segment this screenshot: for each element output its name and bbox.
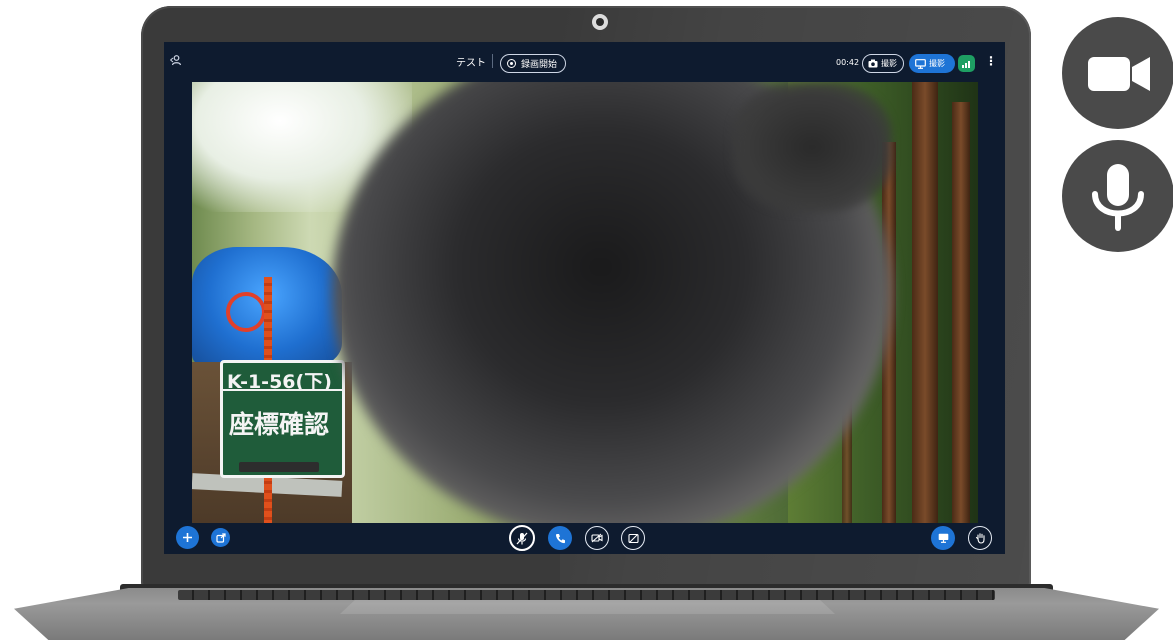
sign-footer [239, 462, 319, 472]
hose-coil [226, 292, 266, 332]
display-icon [938, 533, 948, 543]
participants-icon[interactable] [170, 54, 182, 69]
app-screen: テスト 録画開始 00:42 撮影 撮影 ⋮ K-1-56(下) 座標確認 [164, 42, 1005, 554]
hand-icon [975, 533, 985, 544]
call-controls [164, 523, 1005, 554]
record-dot-icon [507, 59, 516, 68]
phone-icon [555, 533, 565, 543]
record-button[interactable]: 録画開始 [500, 54, 567, 73]
call-topbar: テスト 録画開始 00:42 撮影 撮影 ⋮ [164, 42, 1005, 82]
camera-icon [868, 59, 878, 68]
sign-line2: 座標確認 [229, 410, 330, 439]
sign-divider [223, 389, 342, 391]
add-icon [183, 533, 192, 542]
screen-share-off-icon [627, 533, 639, 543]
call-button[interactable] [548, 526, 572, 550]
video-feature-badge [1062, 17, 1173, 129]
toggle-share-button[interactable] [621, 526, 645, 550]
display-button[interactable] [931, 526, 955, 550]
microphone-icon [1092, 164, 1144, 231]
raise-hand-button[interactable] [968, 526, 992, 550]
video-feed: K-1-56(下) 座標確認 [192, 82, 978, 523]
external-link-button[interactable] [211, 528, 230, 547]
screen-capture-label: 撮影 [929, 59, 945, 68]
capture-button[interactable]: 撮影 [862, 54, 904, 73]
title-divider [492, 54, 493, 68]
survey-sign: K-1-56(下) 座標確認 [220, 360, 345, 478]
tree-trunk [912, 82, 938, 523]
trackpad [340, 600, 835, 614]
mic-off-icon [516, 532, 528, 544]
capture-label: 撮影 [881, 59, 897, 68]
signal-strength-icon [958, 55, 975, 72]
call-timer: 00:42 [836, 58, 860, 67]
keyboard [178, 590, 995, 600]
record-label: 録画開始 [521, 60, 558, 70]
kebab-menu-icon[interactable]: ⋮ [985, 54, 997, 68]
toggle-video-button[interactable] [585, 526, 609, 550]
screen-capture-button[interactable]: 撮影 [909, 54, 955, 73]
external-link-icon [215, 532, 226, 543]
webcam-icon [592, 14, 608, 30]
add-button[interactable] [176, 526, 199, 549]
video-camera-icon [1088, 57, 1150, 91]
mute-mic-button[interactable] [509, 525, 535, 551]
tree-trunk [952, 102, 970, 523]
blurred-finger-edge [732, 82, 892, 212]
call-title: テスト [456, 58, 486, 69]
audio-feature-badge [1062, 140, 1173, 252]
monitor-icon [915, 58, 926, 69]
video-off-icon [591, 533, 603, 543]
